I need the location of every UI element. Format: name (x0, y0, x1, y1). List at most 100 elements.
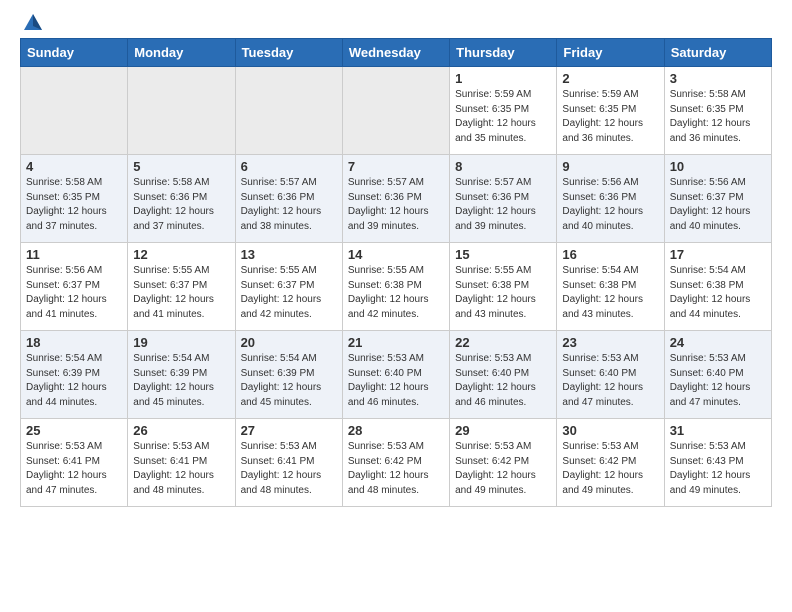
day-info: Sunrise: 5:55 AMSunset: 6:37 PMDaylight:… (133, 264, 229, 322)
day-info: Sunrise: 5:53 AMSunset: 6:43 PMDaylight:… (670, 440, 766, 498)
calendar-cell: 13 Sunrise: 5:55 AMSunset: 6:37 PMDayligh… (235, 243, 342, 331)
day-info: Sunrise: 5:54 AMSunset: 6:38 PMDaylight:… (562, 264, 658, 322)
day-info: Sunrise: 5:55 AMSunset: 6:37 PMDaylight:… (241, 264, 337, 322)
calendar-cell: 9 Sunrise: 5:56 AMSunset: 6:36 PMDaylight… (557, 155, 664, 243)
day-number: 1 (455, 71, 551, 86)
calendar-cell: 22 Sunrise: 5:53 AMSunset: 6:40 PMDayligh… (450, 331, 557, 419)
calendar-cell: 6 Sunrise: 5:57 AMSunset: 6:36 PMDaylight… (235, 155, 342, 243)
day-info: Sunrise: 5:56 AMSunset: 6:36 PMDaylight:… (562, 176, 658, 234)
day-number: 27 (241, 423, 337, 438)
calendar-cell: 3Sunrise: 5:58 AMSunset: 6:35 PMDaylight… (664, 67, 771, 155)
calendar-cell: 10 Sunrise: 5:56 AMSunset: 6:37 PMDayligh… (664, 155, 771, 243)
day-info: Sunrise: 5:53 AMSunset: 6:40 PMDaylight:… (455, 352, 551, 410)
day-info: Sunrise: 5:54 AMSunset: 6:38 PMDaylight:… (670, 264, 766, 322)
week-row-1: 1 Sunrise: 5:59 AMSunset: 6:35 PMDaylight… (21, 67, 772, 155)
week-row-3: 11 Sunrise: 5:56 AMSunset: 6:37 PMDayligh… (21, 243, 772, 331)
weekday-header-friday: Friday (557, 39, 664, 67)
calendar-cell: 31Sunrise: 5:53 AMSunset: 6:43 PMDayligh… (664, 419, 771, 507)
day-info: Sunrise: 5:58 AMSunset: 6:35 PMDaylight:… (26, 176, 122, 234)
day-info: Sunrise: 5:56 AMSunset: 6:37 PMDaylight:… (670, 176, 766, 234)
day-number: 4 (26, 159, 122, 174)
day-info: Sunrise: 5:56 AMSunset: 6:37 PMDaylight:… (26, 264, 122, 322)
day-number: 22 (455, 335, 551, 350)
day-number: 14 (348, 247, 444, 262)
day-number: 19 (133, 335, 229, 350)
calendar-cell: 27 Sunrise: 5:53 AMSunset: 6:41 PMDayligh… (235, 419, 342, 507)
day-number: 5 (133, 159, 229, 174)
weekday-header-sunday: Sunday (21, 39, 128, 67)
day-info: Sunrise: 5:54 AMSunset: 6:39 PMDaylight:… (133, 352, 229, 410)
day-number: 30 (562, 423, 658, 438)
calendar-cell: 19 Sunrise: 5:54 AMSunset: 6:39 PMDayligh… (128, 331, 235, 419)
day-number: 15 (455, 247, 551, 262)
weekday-header-thursday: Thursday (450, 39, 557, 67)
day-info: Sunrise: 5:53 AMSunset: 6:42 PMDaylight:… (562, 440, 658, 498)
day-number: 23 (562, 335, 658, 350)
day-number: 28 (348, 423, 444, 438)
day-number: 20 (241, 335, 337, 350)
calendar-cell: 5 Sunrise: 5:58 AMSunset: 6:36 PMDaylight… (128, 155, 235, 243)
day-number: 9 (562, 159, 658, 174)
calendar-cell: 26Sunrise: 5:53 AMSunset: 6:41 PMDayligh… (128, 419, 235, 507)
day-number: 2 (562, 71, 658, 86)
calendar-cell: 24Sunrise: 5:53 AMSunset: 6:40 PMDayligh… (664, 331, 771, 419)
day-number: 21 (348, 335, 444, 350)
day-number: 7 (348, 159, 444, 174)
calendar-cell: 15 Sunrise: 5:55 AMSunset: 6:38 PMDayligh… (450, 243, 557, 331)
calendar-cell: 21 Sunrise: 5:53 AMSunset: 6:40 PMDayligh… (342, 331, 449, 419)
logo-icon (22, 12, 44, 34)
day-info: Sunrise: 5:57 AMSunset: 6:36 PMDaylight:… (241, 176, 337, 234)
calendar-cell: 8Sunrise: 5:57 AMSunset: 6:36 PMDaylight… (450, 155, 557, 243)
day-number: 12 (133, 247, 229, 262)
calendar-cell (342, 67, 449, 155)
calendar-cell (21, 67, 128, 155)
day-number: 10 (670, 159, 766, 174)
weekday-header-tuesday: Tuesday (235, 39, 342, 67)
day-info: Sunrise: 5:58 AMSunset: 6:36 PMDaylight:… (133, 176, 229, 234)
calendar-cell: 29 Sunrise: 5:53 AMSunset: 6:42 PMDayligh… (450, 419, 557, 507)
week-row-2: 4 Sunrise: 5:58 AMSunset: 6:35 PMDaylight… (21, 155, 772, 243)
day-info: Sunrise: 5:54 AMSunset: 6:39 PMDaylight:… (26, 352, 122, 410)
calendar-cell: 14 Sunrise: 5:55 AMSunset: 6:38 PMDayligh… (342, 243, 449, 331)
calendar-cell: 16 Sunrise: 5:54 AMSunset: 6:38 PMDayligh… (557, 243, 664, 331)
calendar-cell: 20 Sunrise: 5:54 AMSunset: 6:39 PMDayligh… (235, 331, 342, 419)
calendar-cell: 12 Sunrise: 5:55 AMSunset: 6:37 PMDayligh… (128, 243, 235, 331)
day-info: Sunrise: 5:57 AMSunset: 6:36 PMDaylight:… (455, 176, 551, 234)
calendar-cell: 28 Sunrise: 5:53 AMSunset: 6:42 PMDayligh… (342, 419, 449, 507)
day-info: Sunrise: 5:53 AMSunset: 6:40 PMDaylight:… (670, 352, 766, 410)
calendar-cell: 23Sunrise: 5:53 AMSunset: 6:40 PMDayligh… (557, 331, 664, 419)
day-number: 13 (241, 247, 337, 262)
weekday-header-monday: Monday (128, 39, 235, 67)
day-info: Sunrise: 5:53 AMSunset: 6:41 PMDaylight:… (241, 440, 337, 498)
weekday-header-saturday: Saturday (664, 39, 771, 67)
day-info: Sunrise: 5:57 AMSunset: 6:36 PMDaylight:… (348, 176, 444, 234)
day-number: 18 (26, 335, 122, 350)
day-info: Sunrise: 5:53 AMSunset: 6:41 PMDaylight:… (133, 440, 229, 498)
week-row-5: 25Sunrise: 5:53 AMSunset: 6:41 PMDayligh… (21, 419, 772, 507)
day-info: Sunrise: 5:53 AMSunset: 6:42 PMDaylight:… (348, 440, 444, 498)
logo (20, 16, 44, 30)
calendar-cell: 4 Sunrise: 5:58 AMSunset: 6:35 PMDaylight… (21, 155, 128, 243)
day-info: Sunrise: 5:53 AMSunset: 6:42 PMDaylight:… (455, 440, 551, 498)
day-info: Sunrise: 5:59 AMSunset: 6:35 PMDaylight:… (455, 88, 551, 146)
day-info: Sunrise: 5:53 AMSunset: 6:41 PMDaylight:… (26, 440, 122, 498)
day-number: 16 (562, 247, 658, 262)
day-info: Sunrise: 5:59 AMSunset: 6:35 PMDaylight:… (562, 88, 658, 146)
calendar-cell: 25Sunrise: 5:53 AMSunset: 6:41 PMDayligh… (21, 419, 128, 507)
day-info: Sunrise: 5:55 AMSunset: 6:38 PMDaylight:… (348, 264, 444, 322)
header (20, 16, 772, 30)
day-number: 6 (241, 159, 337, 174)
day-info: Sunrise: 5:54 AMSunset: 6:39 PMDaylight:… (241, 352, 337, 410)
day-number: 17 (670, 247, 766, 262)
day-number: 3 (670, 71, 766, 86)
calendar-cell: 11 Sunrise: 5:56 AMSunset: 6:37 PMDayligh… (21, 243, 128, 331)
day-number: 11 (26, 247, 122, 262)
calendar-cell (128, 67, 235, 155)
calendar-cell: 2 Sunrise: 5:59 AMSunset: 6:35 PMDaylight… (557, 67, 664, 155)
calendar-cell: 1 Sunrise: 5:59 AMSunset: 6:35 PMDaylight… (450, 67, 557, 155)
day-info: Sunrise: 5:53 AMSunset: 6:40 PMDaylight:… (348, 352, 444, 410)
calendar-cell: 18 Sunrise: 5:54 AMSunset: 6:39 PMDayligh… (21, 331, 128, 419)
day-number: 29 (455, 423, 551, 438)
calendar-cell (235, 67, 342, 155)
day-info: Sunrise: 5:55 AMSunset: 6:38 PMDaylight:… (455, 264, 551, 322)
